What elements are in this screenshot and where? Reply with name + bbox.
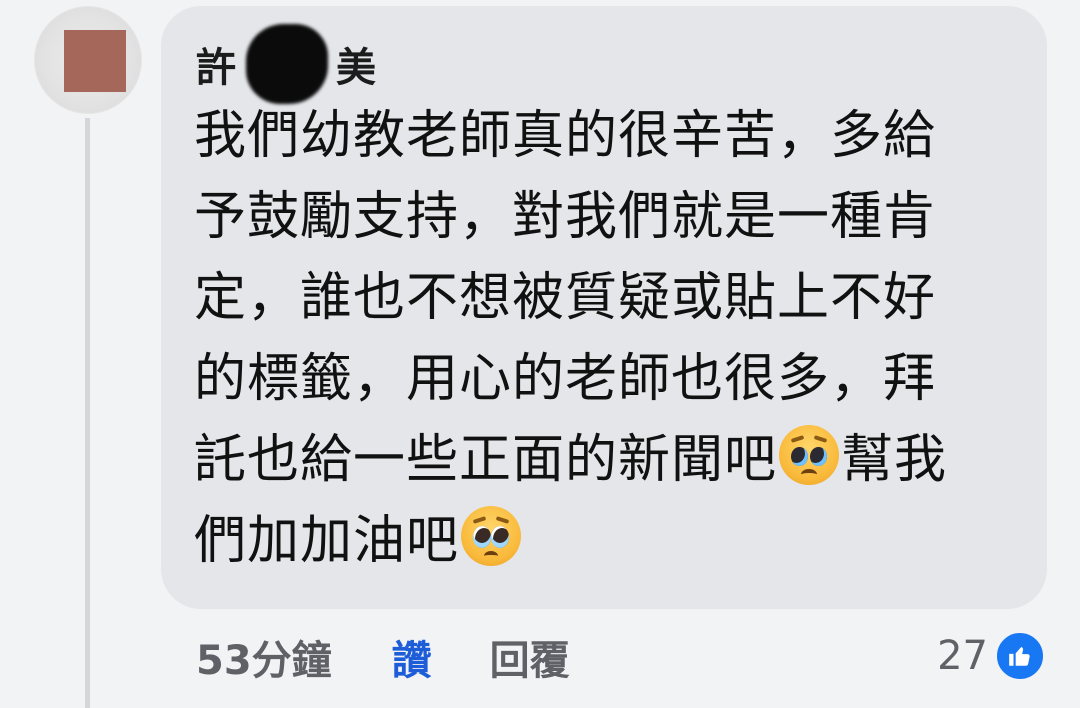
author-name-end: 美 bbox=[336, 45, 378, 91]
reaction-summary[interactable]: 27 bbox=[937, 626, 1046, 686]
comment-line: 定，誰也不想被質疑或貼上不好 bbox=[194, 268, 937, 328]
comment-screen: 許 美 我們幼教老師真的很辛苦，多給 予鼓勵支持，對我們就是一種肯 定，誰也不想… bbox=[0, 0, 1080, 708]
comment-actions: 53分鐘 讚 回覆 bbox=[196, 622, 570, 692]
comment-line: 們加加油吧 bbox=[194, 501, 984, 582]
comment-line: 的標籤，用心的老師也很多，拜 bbox=[194, 349, 937, 409]
thread-line bbox=[85, 118, 90, 708]
author-name-start: 許 bbox=[196, 45, 238, 91]
reaction-count: 27 bbox=[937, 633, 988, 679]
avatar-image bbox=[64, 30, 126, 92]
comment-timestamp[interactable]: 53分鐘 bbox=[196, 628, 332, 686]
comment-line-segment: 託也給一些正面的新聞吧 bbox=[194, 430, 778, 490]
author-redaction bbox=[242, 38, 332, 90]
like-button[interactable]: 讚 bbox=[392, 628, 432, 686]
comment-line: 予鼓勵支持，對我們就是一種肯 bbox=[194, 187, 937, 247]
comment-text: 我們幼教老師真的很辛苦，多給 予鼓勵支持，對我們就是一種肯 定，誰也不想被質疑或… bbox=[194, 96, 984, 582]
comment-author[interactable]: 許 美 bbox=[196, 38, 378, 91]
pleading-face-tears-icon bbox=[461, 506, 522, 566]
comment-line: 託也給一些正面的新聞吧 幫我 bbox=[194, 420, 984, 501]
reply-button[interactable]: 回覆 bbox=[490, 628, 570, 686]
comment-line-segment: 們加加油吧 bbox=[194, 511, 460, 571]
thumbs-up-icon bbox=[994, 630, 1046, 682]
comment-line-segment: 幫我 bbox=[841, 430, 948, 490]
pleading-face-icon bbox=[779, 425, 840, 485]
avatar[interactable] bbox=[34, 6, 142, 114]
comment-line: 我們幼教老師真的很辛苦，多給 bbox=[194, 106, 937, 166]
